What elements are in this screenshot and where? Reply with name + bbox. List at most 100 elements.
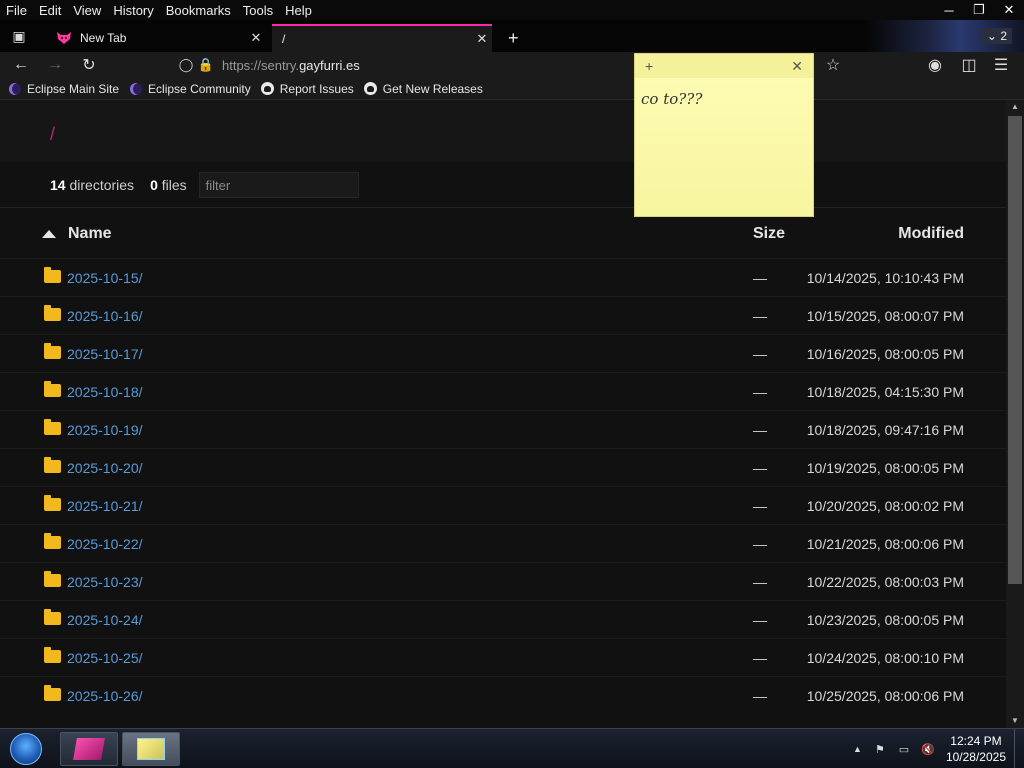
table-row[interactable]: 2025-10-16/ — 10/15/2025, 08:00:07 PM [0,296,1006,334]
folder-icon [44,343,61,359]
menu-file[interactable]: File [0,3,33,18]
table-row[interactable]: 2025-10-21/ — 10/20/2025, 08:00:02 PM [0,486,1006,524]
modified-cell: 10/16/2025, 08:00:05 PM [806,346,964,362]
folder-icon [44,609,61,625]
show-desktop-button[interactable] [1014,729,1024,768]
vertical-scrollbar[interactable]: ▲ ▼ [1006,100,1024,728]
close-note-icon[interactable]: ✕ [791,58,803,75]
folder-icon [44,495,61,511]
folder-icon [44,419,61,435]
directory-link[interactable]: 2025-10-18/ [67,384,143,400]
eclipse-icon [8,82,22,96]
extensions-icon[interactable]: ◫ [958,55,980,75]
clock[interactable]: 12:24 PM 10/28/2025 [946,733,1006,765]
menu-bookmarks[interactable]: Bookmarks [160,3,237,18]
add-note-icon[interactable]: + [645,58,653,74]
directory-link[interactable]: 2025-10-26/ [67,688,143,704]
size-cell: — [753,688,767,704]
forward-arrow-icon[interactable]: → [44,55,66,75]
directory-link[interactable]: 2025-10-21/ [67,498,143,514]
directory-link[interactable]: 2025-10-23/ [67,574,143,590]
minimize-icon[interactable]: ─ [934,0,964,20]
close-tab-icon[interactable]: ✕ [246,30,266,46]
table-row[interactable]: 2025-10-20/ — 10/19/2025, 08:00:05 PM [0,448,1006,486]
file-count: 0 files [150,176,187,193]
tab-count-badge[interactable]: ⌄ 2 [981,28,1012,44]
directory-link[interactable]: 2025-10-20/ [67,460,143,476]
folder-icon [44,305,61,321]
column-header-name[interactable]: Name [68,225,112,243]
modified-cell: 10/24/2025, 08:00:10 PM [806,650,964,666]
menu-edit[interactable]: Edit [33,3,67,18]
directory-link[interactable]: 2025-10-24/ [67,612,143,628]
shield-icon[interactable]: ◯ [176,57,196,73]
size-cell: — [753,574,767,590]
directory-link[interactable]: 2025-10-25/ [67,650,143,666]
table-row[interactable]: 2025-10-18/ — 10/18/2025, 04:15:30 PM [0,372,1006,410]
directory-link[interactable]: 2025-10-15/ [67,270,143,286]
directory-list: 2025-10-15/—10/14/2025, 10:10:43 PM 2025-… [0,258,1006,714]
table-row[interactable]: 2025-10-17/ — 10/16/2025, 08:00:05 PM [0,334,1006,372]
back-arrow-icon[interactable]: ← [10,55,32,75]
folder-icon [44,571,61,587]
table-row[interactable]: 2025-10-19/ — 10/18/2025, 09:47:16 PM [0,410,1006,448]
tab-new-tab[interactable]: New Tab ✕ [48,24,266,52]
scroll-up-icon[interactable]: ▲ [1010,102,1020,112]
bookmark-eclipse-community[interactable]: Eclipse Community [129,82,251,96]
volume-muted-icon[interactable]: 🔇 [920,742,936,756]
account-icon[interactable]: ◉ [924,55,946,75]
taskbar-browser-app[interactable] [60,732,118,766]
reload-icon[interactable]: ↻ [78,55,100,75]
table-row[interactable]: 2025-10-23/ — 10/22/2025, 08:00:03 PM [0,562,1006,600]
sticky-note[interactable]: + ✕ co to??? [634,53,814,217]
directory-link[interactable]: 2025-10-16/ [67,308,143,324]
network-icon[interactable]: ▭ [896,742,912,756]
listing-summary: 14 directories 0 files filter [0,162,1006,208]
sticky-note-text[interactable]: co to??? [635,78,813,120]
bookmark-get-new-releases[interactable]: Get New Releases [364,82,483,96]
table-row[interactable]: 2025-10-15/ — 10/14/2025, 10:10:43 PM [0,258,1006,296]
menu-tools[interactable]: Tools [237,3,279,18]
table-row[interactable]: 2025-10-22/ — 10/21/2025, 08:00:06 PM [0,524,1006,562]
close-tab-icon[interactable]: ✕ [472,31,492,47]
table-row[interactable]: 2025-10-25/ — 10/24/2025, 08:00:10 PM [0,638,1006,676]
filter-input[interactable]: filter [198,171,359,198]
scroll-down-icon[interactable]: ▼ [1010,716,1020,726]
sort-ascending-icon[interactable] [42,230,56,238]
directory-link[interactable]: 2025-10-22/ [67,536,143,552]
breadcrumb[interactable]: / [50,124,55,145]
hamburger-menu-icon[interactable]: ☰ [990,55,1012,75]
scrollbar-thumb[interactable] [1008,116,1022,584]
directory-link[interactable]: 2025-10-17/ [67,346,143,362]
tab-list-icon[interactable]: ▣ [8,27,30,45]
clock-time: 12:24 PM [950,734,1002,748]
bookmark-star-icon[interactable]: ☆ [822,55,844,75]
tab-title: / [282,32,286,46]
show-hidden-icons-icon[interactable]: ▲ [853,744,862,754]
modified-cell: 10/20/2025, 08:00:02 PM [806,498,964,514]
taskbar-sticky-notes-app[interactable] [122,732,180,766]
tab-root-directory[interactable]: / ✕ [272,24,492,52]
menu-help[interactable]: Help [279,3,318,18]
menu-history[interactable]: History [107,3,159,18]
url-bar[interactable]: ◯ 🔒 https://sentry. gayfurri.es [176,54,636,76]
bookmark-eclipse-main-site[interactable]: Eclipse Main Site [8,82,119,96]
modified-cell: 10/21/2025, 08:00:06 PM [806,536,964,552]
action-center-flag-icon[interactable]: ⚑ [872,742,888,756]
column-header-size[interactable]: Size [753,225,785,243]
close-window-icon[interactable]: ✕ [994,0,1024,20]
lock-icon[interactable]: 🔒 [196,57,216,73]
url-scheme: https://sentry. [222,57,300,73]
size-cell: — [753,384,767,400]
menu-view[interactable]: View [67,3,107,18]
column-header-modified[interactable]: Modified [898,225,964,243]
start-button[interactable] [4,731,48,767]
directory-link[interactable]: 2025-10-19/ [67,422,143,438]
new-tab-plus-icon[interactable]: + [508,28,519,49]
bookmark-label: Eclipse Main Site [27,81,120,96]
table-row[interactable]: 2025-10-26/ — 10/25/2025, 08:00:06 PM [0,676,1006,714]
bookmark-report-issues[interactable]: Report Issues [261,82,354,96]
table-row[interactable]: 2025-10-24/ — 10/23/2025, 08:00:05 PM [0,600,1006,638]
folder-icon [44,381,61,397]
restore-icon[interactable]: ❐ [964,0,994,20]
